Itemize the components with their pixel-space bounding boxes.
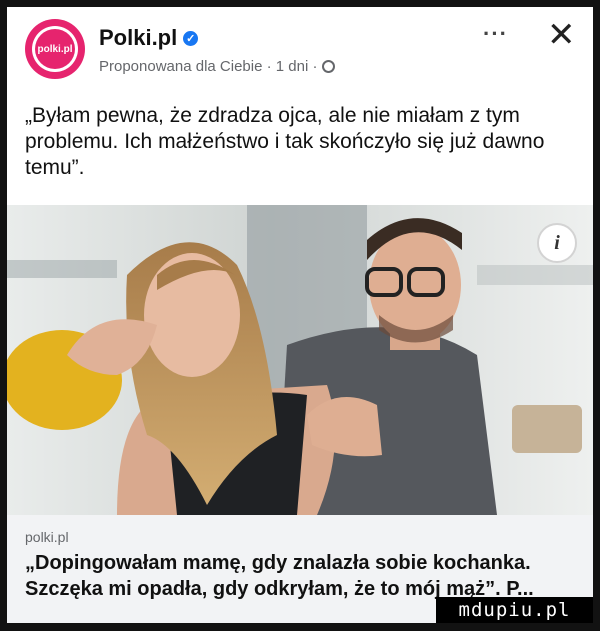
close-button[interactable]: ✕: [547, 15, 576, 55]
link-domain: polki.pl: [25, 529, 69, 545]
post-photo[interactable]: [7, 205, 593, 515]
watermark-logo: mdupiu.pl: [436, 597, 593, 623]
verified-badge-icon: ✓: [183, 30, 199, 46]
post-text: „Byłam pewna, że zdradza ojca, ale nie m…: [25, 104, 545, 179]
globe-icon: [322, 60, 336, 73]
info-icon[interactable]: i: [537, 223, 577, 263]
page-name-link[interactable]: Polki.pl ✓: [99, 25, 199, 51]
avatar-logo-text: polki.pl: [35, 29, 75, 69]
link-title: „Dopingowałam mamę, gdy znalazła sobie k…: [25, 552, 534, 600]
more-options-button[interactable]: ···: [483, 21, 508, 47]
post-header: polki.pl Polki.pl ✓ Proponowana dla Cieb…: [7, 7, 593, 87]
photo-illustration: [7, 205, 593, 515]
page-name: Polki.pl: [99, 25, 178, 50]
page-avatar[interactable]: polki.pl: [25, 19, 85, 79]
post-meta-text: Proponowana dla Ciebie · 1 dni ·: [99, 58, 318, 75]
post-meta: Proponowana dla Ciebie · 1 dni ·: [99, 58, 336, 75]
post-card: polki.pl Polki.pl ✓ Proponowana dla Cieb…: [7, 7, 593, 623]
